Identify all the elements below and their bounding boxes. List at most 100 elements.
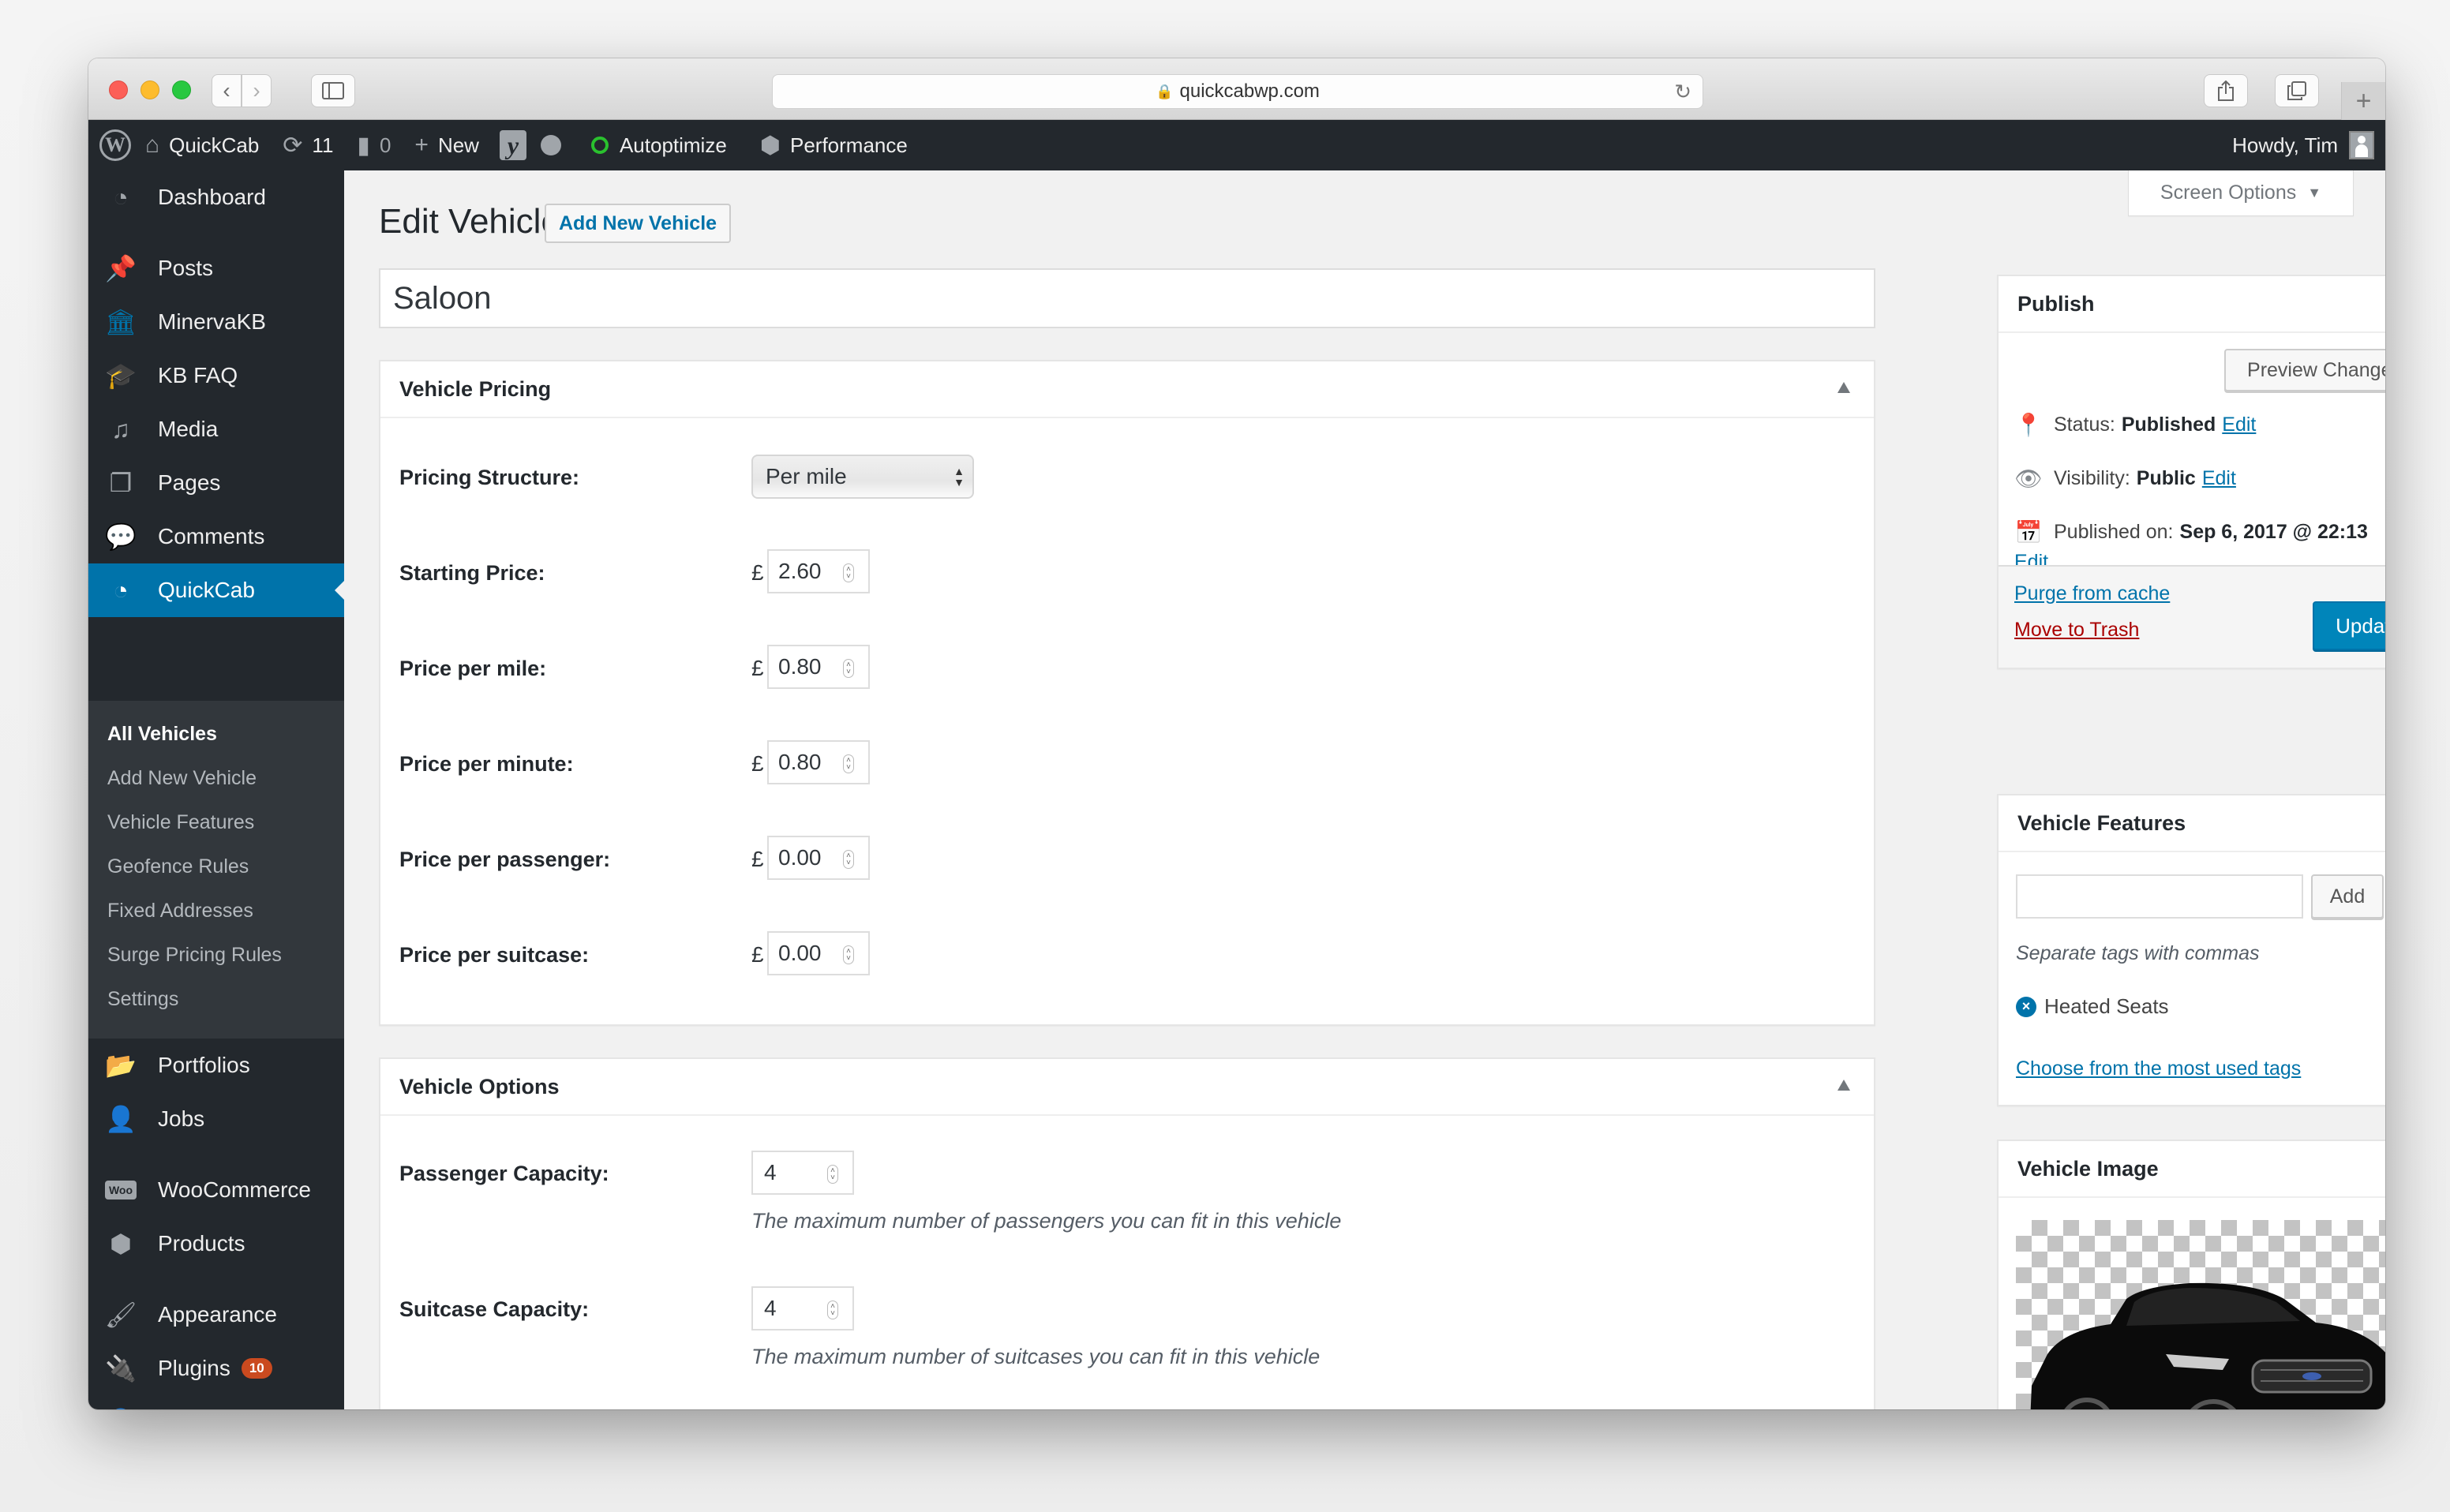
update-button[interactable]: Update [2313,601,2385,650]
menu-item-jobs[interactable]: 👤 Jobs [88,1092,344,1146]
edit-visibility-link[interactable]: Edit [2202,467,2236,490]
stepper-icon[interactable]: ˄ ˅ [843,563,854,582]
pricing-structure-select[interactable]: Per mile ▲ ▼ [751,455,974,499]
price-per-passenger-input[interactable]: 0.00 ˄ ˅ [767,836,870,880]
collapse-toggle-icon[interactable] [1838,1080,1850,1091]
stepper-icon[interactable]: ˄ ˅ [843,850,854,869]
menu-item-plugins[interactable]: 🔌 Plugins 10 [88,1342,344,1395]
menu-item-products[interactable]: ⬢ Products [88,1217,344,1271]
stepper-icon[interactable]: ˄ ˅ [843,754,854,773]
most-used-tags-link[interactable]: Choose from the most used tags [2016,1057,2301,1080]
price-per-mile-input[interactable]: 0.80 ˄ ˅ [767,645,870,689]
businessman-icon: 👤 [105,1105,137,1133]
pages-icon: ❐ [109,469,133,497]
new-content-link[interactable]: + New [414,132,479,159]
performance-menu[interactable]: ⬢ Performance [760,132,908,159]
price-per-suitcase-input[interactable]: 0.00 ˄ ˅ [767,931,870,975]
publish-header[interactable]: Publish [1999,276,2385,333]
suitcase-capacity-description: The maximum number of suitcases you can … [751,1345,1321,1368]
my-account-menu[interactable]: Howdy, Tim [2232,131,2374,159]
sidebar-toggle-button[interactable] [311,74,355,107]
menu-item-appearance[interactable]: 🖌 Appearance [88,1288,344,1342]
submenu-vehicle-features[interactable]: Vehicle Features [107,811,254,834]
submenu-add-new-vehicle[interactable]: Add New Vehicle [107,767,257,790]
menu-item-quickcab[interactable]: ◔ QuickCab [88,563,344,617]
submenu-all-vehicles[interactable]: All Vehicles [107,723,217,746]
submenu-geofence-rules[interactable]: Geofence Rules [107,855,249,878]
collapse-toggle-icon[interactable] [1838,382,1850,393]
stepper-icon[interactable]: ˄ ˅ [843,659,854,678]
close-window-button[interactable] [109,80,128,99]
submenu-surge-pricing-rules[interactable]: Surge Pricing Rules [107,944,282,967]
tabs-icon [2287,81,2306,100]
submenu-fixed-addresses[interactable]: Fixed Addresses [107,900,253,923]
remove-tag-icon[interactable]: × [2016,996,2036,1017]
back-button[interactable]: ‹ [212,74,242,107]
user-icon: 👤 [101,1407,140,1409]
url-text: quickcabwp.com [1179,80,1320,102]
browser-toolbar: ‹ › 🔒 quickcabwp.com ↻ + [88,58,2385,120]
menu-item-woocommerce[interactable]: Woo WooCommerce [88,1163,344,1217]
autoptimize-menu[interactable]: Autoptimize [590,133,727,158]
move-to-trash-link[interactable]: Move to Trash [2014,619,2139,642]
seo-score-indicator[interactable] [540,135,561,155]
passenger-capacity-input[interactable]: 4 ˄ ˅ [751,1151,854,1195]
add-tag-button[interactable]: Add [2311,874,2384,919]
reload-icon[interactable]: ↻ [1674,80,1691,104]
menu-item-pages[interactable]: ❐ Pages [88,456,344,510]
menu-item-comments[interactable]: 💬 Comments [88,510,344,563]
vehicle-pricing-box: Vehicle Pricing Pricing Structure: Per m… [379,360,1875,1026]
vehicle-image[interactable] [2016,1220,2385,1409]
quickcab-submenu: All Vehicles Add New Vehicle Vehicle Fea… [88,701,344,1039]
address-bar[interactable]: 🔒 quickcabwp.com ↻ [772,74,1703,109]
new-tab-button[interactable]: + [2341,82,2385,120]
vehicle-features-header[interactable]: Vehicle Features [1999,795,2385,852]
wordpress-logo-icon[interactable]: W [99,129,131,161]
starting-price-label: Starting Price: [399,561,545,585]
calendar-icon: 📅 [2014,520,2043,545]
stepper-icon[interactable]: ˄ ˅ [827,1301,838,1319]
vehicle-pricing-header[interactable]: Vehicle Pricing [380,361,1874,418]
preview-changes-button[interactable]: Preview Changes [2224,349,2385,391]
menu-item-portfolios[interactable]: 📂 Portfolios [88,1039,344,1092]
purge-cache-link[interactable]: Purge from cache [2014,582,2170,605]
zoom-window-button[interactable] [172,80,191,99]
menu-item-minervakb[interactable]: 🏛 MinervaKB [88,295,344,349]
comment-icon: ▮ [357,132,370,159]
menu-item-dashboard[interactable]: ◔ Dashboard [88,170,344,224]
screen-options-button[interactable]: Screen Options ▼ [2128,170,2354,216]
vehicle-image-header[interactable]: Vehicle Image [1999,1141,2385,1198]
menu-item-users[interactable]: 👤 Users [88,1395,344,1409]
forward-button[interactable]: › [242,74,272,107]
add-new-vehicle-button[interactable]: Add New Vehicle [545,204,732,243]
currency-symbol: £ [751,560,764,585]
vehicle-options-header[interactable]: Vehicle Options [380,1059,1874,1116]
menu-item-media[interactable]: ♫ Media [88,402,344,456]
share-button[interactable] [2204,74,2248,107]
starting-price-input[interactable]: 2.60 ˄ ˅ [767,549,870,593]
minimize-window-button[interactable] [140,80,159,99]
menu-item-posts[interactable]: 📌 Posts [88,241,344,295]
vehicle-features-box: Vehicle Features Add Separate tags with … [1997,794,2385,1106]
stepper-icon[interactable]: ˄ ˅ [827,1165,838,1184]
site-name-link[interactable]: ⌂ QuickCab [145,132,259,159]
post-title-input[interactable]: Saloon [379,268,1875,328]
performance-icon: ⬢ [759,132,781,159]
price-per-minute-label: Price per minute: [399,752,574,776]
menu-item-kb-faq[interactable]: 🎓 KB FAQ [88,349,344,402]
comments-link[interactable]: ▮ 0 [357,132,391,159]
updates-link[interactable]: ⟳ 11 [283,132,333,159]
home-icon: ⌂ [145,132,160,158]
show-tabs-button[interactable] [2275,74,2319,107]
currency-symbol: £ [751,656,764,680]
price-per-minute-input[interactable]: 0.80 ˄ ˅ [767,740,870,784]
new-tag-input[interactable] [2016,874,2303,919]
stepper-icon[interactable]: ˄ ˅ [843,945,854,964]
submenu-settings[interactable]: Settings [107,988,178,1011]
suitcase-capacity-input[interactable]: 4 ˄ ˅ [751,1286,854,1330]
yoast-menu[interactable]: y [499,130,526,160]
currency-symbol: £ [751,942,764,967]
publish-box: Publish Preview Changes 📍 Status: Publis… [1997,275,2385,669]
edit-status-link[interactable]: Edit [2222,414,2256,436]
tags-hint: Separate tags with commas [2016,942,2260,964]
